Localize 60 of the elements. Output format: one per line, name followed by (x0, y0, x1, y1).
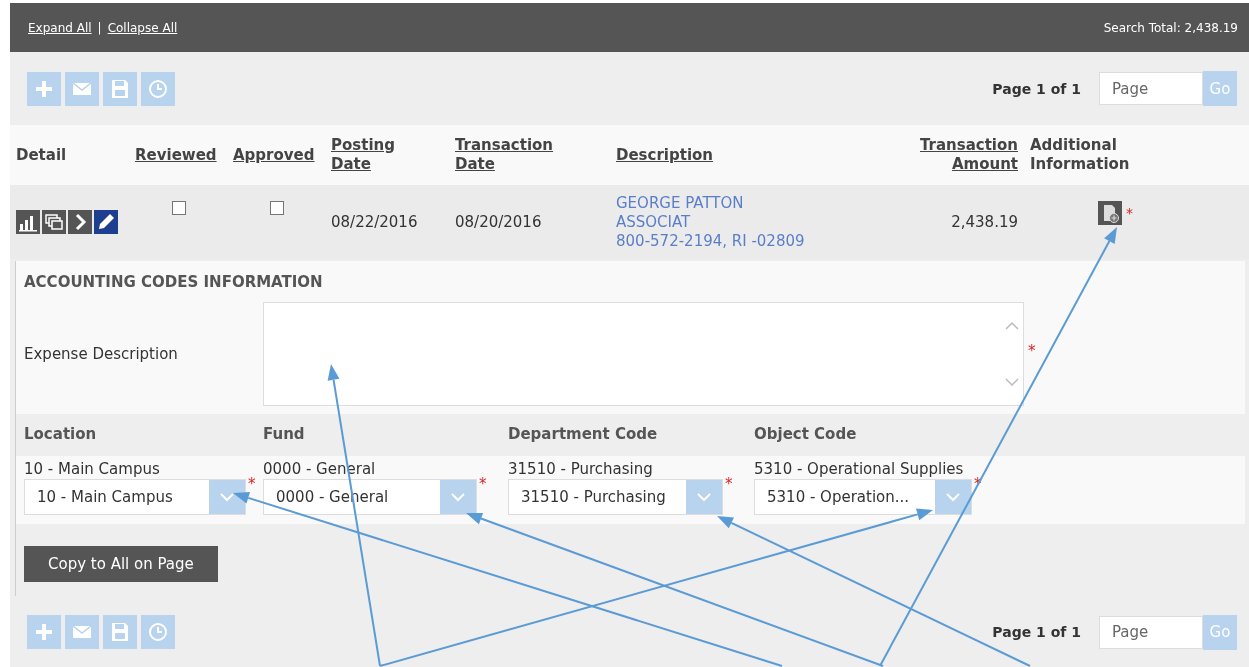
required-mark: * (725, 475, 733, 493)
bar-chart-icon[interactable] (16, 210, 40, 234)
header-link[interactable]: Expand All (28, 20, 92, 35)
header-link[interactable]: Collapse All (107, 20, 178, 35)
separator: | (97, 20, 102, 35)
dropdown[interactable]: 10 - Main Campus (24, 479, 246, 515)
required-mark: * (1126, 205, 1133, 221)
field-label: Object Code (754, 425, 858, 445)
chevron-down-icon[interactable] (440, 480, 476, 514)
add-button[interactable] (27, 615, 61, 649)
pencil-icon[interactable] (94, 210, 118, 234)
copy-to-all-button[interactable]: Copy to All on Page (24, 546, 218, 582)
page-field[interactable]: Page (1099, 72, 1203, 105)
dropdown[interactable]: 31510 - Purchasing (508, 479, 723, 515)
field-label: Department Code (508, 425, 659, 445)
dropdown[interactable]: 5310 - Operation... (754, 479, 972, 515)
chevron-down-icon[interactable] (686, 480, 722, 514)
copy-icon[interactable] (42, 210, 66, 234)
add-button[interactable] (27, 71, 61, 106)
expense-description-field[interactable] (263, 302, 1024, 406)
email-button[interactable] (65, 615, 99, 649)
required-mark: * (248, 475, 256, 493)
field-label: Expense Description (24, 345, 179, 363)
current-value: 31510 - Purchasing (508, 460, 654, 478)
page-count: Page 1 of 1 (992, 624, 1081, 640)
column-header-link[interactable]: Description (616, 145, 714, 165)
required-mark: * (1028, 342, 1036, 360)
history-icon (146, 620, 170, 644)
column-header: Additional Information (1030, 136, 1131, 174)
section-title: ACCOUNTING CODES INFORMATION (16, 261, 1245, 294)
scroll-up-icon[interactable] (1005, 321, 1019, 331)
scroll-down-icon[interactable] (1005, 377, 1019, 387)
search-total: Search Total: 2,438.19 (1103, 20, 1238, 35)
checkbox[interactable] (270, 201, 284, 215)
current-value: 5310 - Operational Supplies (754, 460, 965, 478)
chevron-right-icon[interactable] (68, 210, 92, 234)
checkbox[interactable] (172, 201, 186, 215)
field-label: Location (24, 425, 98, 445)
field-label: Fund (263, 425, 306, 445)
chevron-down-icon[interactable] (935, 480, 971, 514)
required-mark: * (479, 475, 487, 493)
table-cell: 2,438.19 (951, 213, 1018, 231)
history-button[interactable] (141, 615, 175, 649)
column-header-link[interactable]: Transaction Date (455, 136, 565, 174)
column-header-link[interactable]: Approved (233, 145, 315, 165)
page-field[interactable]: Page (1099, 615, 1203, 649)
column-header-link[interactable]: Reviewed (135, 145, 217, 165)
history-button[interactable] (141, 71, 175, 106)
chevron-down-icon[interactable] (209, 480, 245, 514)
document-add-icon[interactable] (1098, 201, 1122, 225)
email-button[interactable] (65, 71, 99, 106)
current-value: 10 - Main Campus (24, 460, 161, 478)
table-cell-text: 08/20/2016 (455, 213, 543, 231)
column-header: Detail (16, 145, 67, 165)
column-header-link[interactable]: Posting Date (331, 136, 406, 174)
save-button[interactable] (103, 71, 137, 106)
save-button[interactable] (103, 615, 137, 649)
column-header-link[interactable]: Transaction Amount (913, 136, 1018, 174)
table-cell-text: 08/22/2016 (331, 213, 419, 231)
page-count: Page 1 of 1 (992, 80, 1081, 97)
